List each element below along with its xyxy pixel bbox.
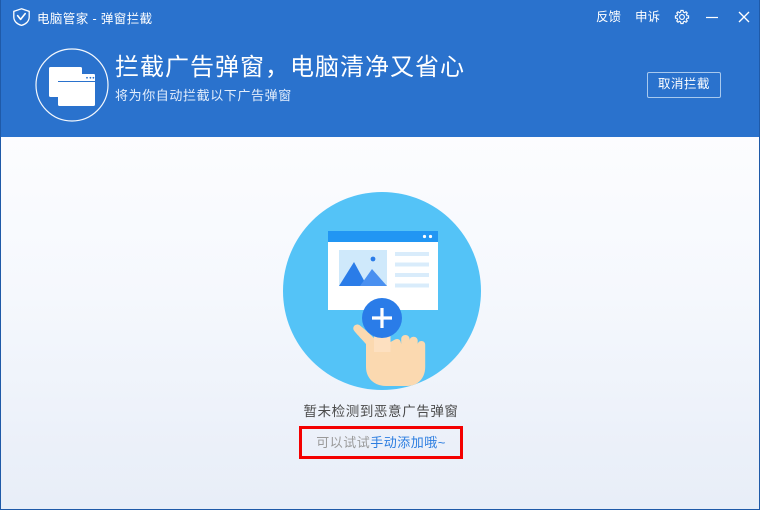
close-icon: [736, 9, 752, 25]
highlight-box: 可以试试手动添加哦~: [299, 426, 463, 459]
manual-add-hint: 可以试试手动添加哦~: [1, 426, 759, 459]
close-button[interactable]: [727, 0, 759, 34]
hint-prefix-text: 可以试试: [316, 435, 371, 450]
app-window: 电脑管家 - 弹窗拦截 反馈 申诉 拦截广告弹窗，电脑清净又省心 将为你自动拦截…: [0, 0, 760, 510]
minimize-icon: [704, 9, 720, 25]
banner-title: 拦截广告弹窗，电脑清净又省心: [115, 54, 465, 81]
appeal-button[interactable]: 申诉: [628, 0, 667, 34]
minimize-button[interactable]: [697, 0, 727, 34]
main-content: 暂未检测到恶意广告弹窗 可以试试手动添加哦~: [1, 137, 759, 509]
app-title: 电脑管家 - 弹窗拦截: [37, 11, 153, 26]
shield-icon: [13, 8, 30, 27]
add-popup-illustration: [282, 192, 482, 392]
empty-state-title: 暂未检测到恶意广告弹窗: [303, 404, 459, 419]
banner-subtitle: 将为你自动拦截以下广告弹窗: [115, 88, 292, 103]
cancel-block-button[interactable]: 取消拦截: [646, 72, 721, 98]
header-banner: 拦截广告弹窗，电脑清净又省心 将为你自动拦截以下广告弹窗 取消拦截: [1, 34, 759, 137]
title-bar: 电脑管家 - 弹窗拦截 反馈 申诉: [1, 0, 759, 34]
title-bar-left: 电脑管家 - 弹窗拦截: [1, 8, 153, 27]
stacked-windows-icon: [34, 47, 110, 123]
gear-icon: [674, 9, 690, 25]
title-bar-controls: 反馈 申诉: [589, 0, 759, 34]
feedback-button[interactable]: 反馈: [589, 0, 628, 34]
settings-button[interactable]: [667, 0, 697, 34]
manual-add-link[interactable]: 手动添加哦~: [370, 435, 446, 450]
